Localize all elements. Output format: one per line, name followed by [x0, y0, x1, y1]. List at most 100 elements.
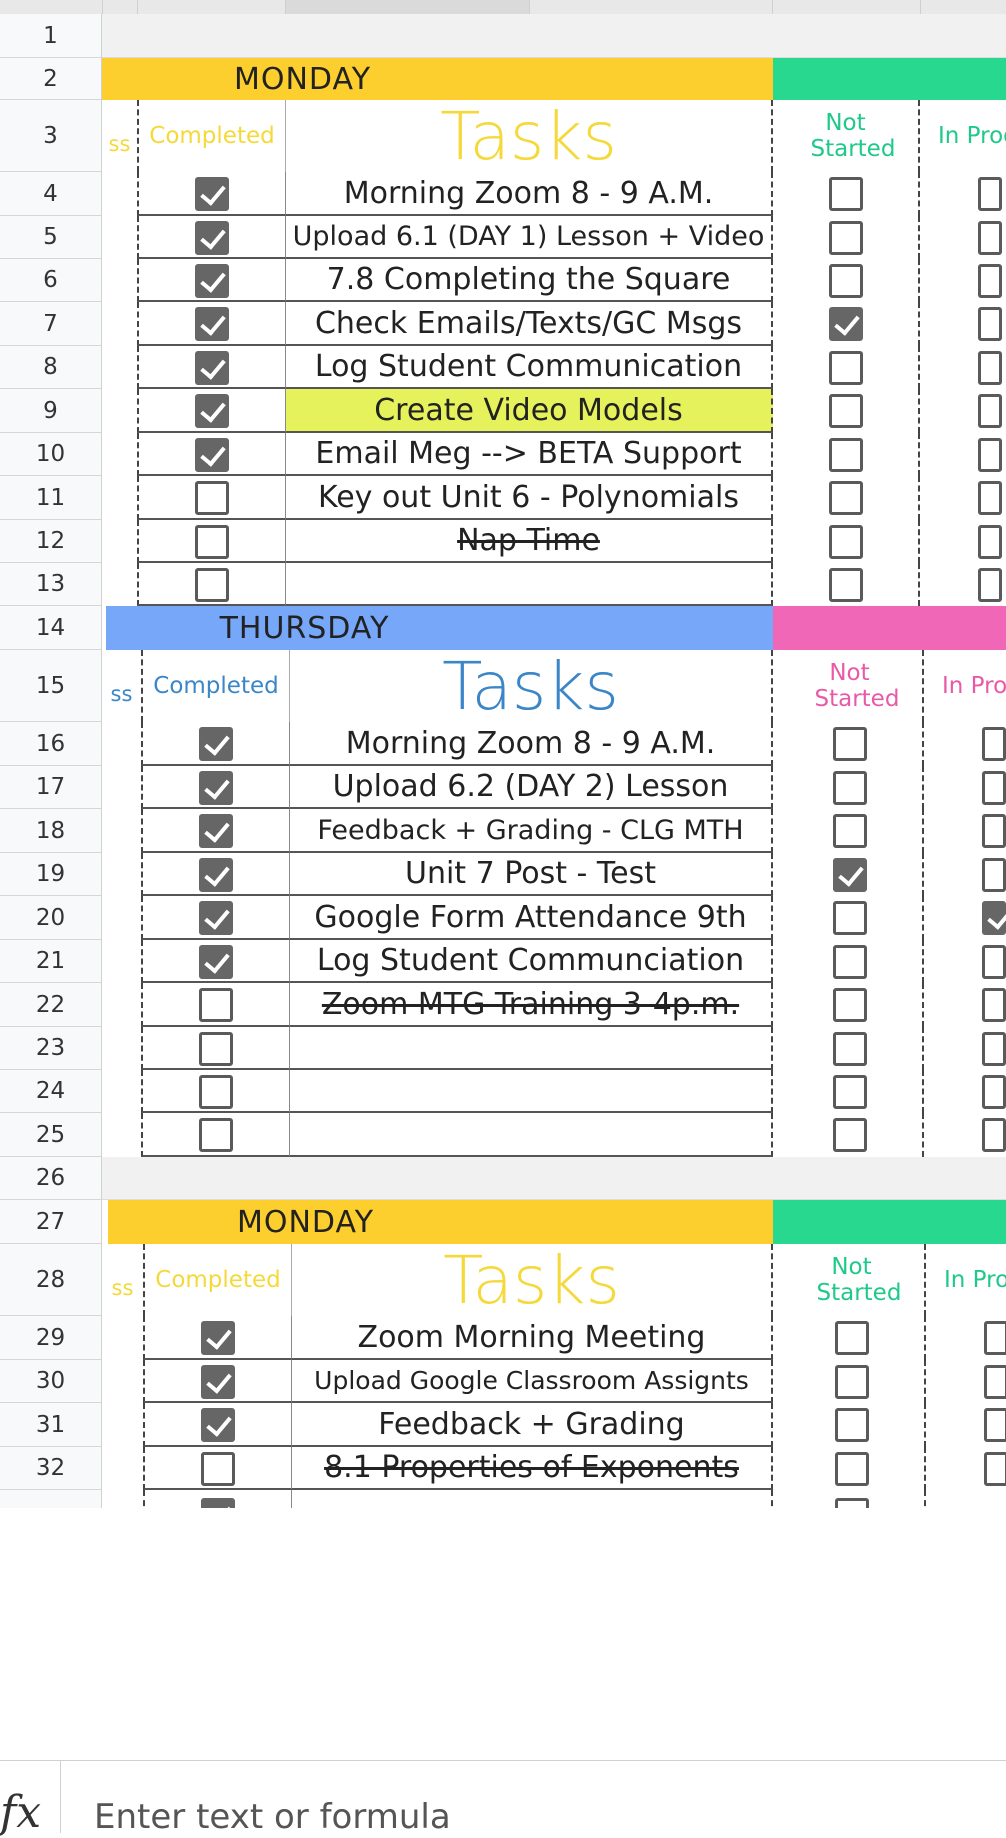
- not-started-cell[interactable]: [777, 983, 924, 1027]
- not-started-cell[interactable]: [777, 1070, 924, 1113]
- task-cell[interactable]: Unit 7 Post - Test: [289, 853, 773, 896]
- in-progress-cell[interactable]: [920, 216, 1006, 259]
- not-started-checkbox[interactable]: [835, 1365, 869, 1399]
- row-number[interactable]: 18: [0, 809, 102, 853]
- completed-cell[interactable]: [141, 766, 289, 809]
- completed-checkbox[interactable]: [195, 525, 229, 559]
- task-cell[interactable]: Email Meg --> BETA Support: [285, 433, 773, 476]
- task-cell[interactable]: Log Student Communciation: [289, 940, 773, 983]
- completed-checkbox[interactable]: [195, 351, 229, 385]
- completed-checkbox[interactable]: [199, 814, 233, 848]
- row-number[interactable]: 5: [0, 216, 102, 259]
- not-started-checkbox[interactable]: [833, 988, 867, 1022]
- in-progress-cell[interactable]: [920, 346, 1006, 389]
- in-progress-cell[interactable]: [924, 940, 1006, 983]
- task-cell[interactable]: Morning Zoom 8 - 9 A.M.: [289, 722, 773, 766]
- not-started-checkbox[interactable]: [833, 727, 867, 761]
- row-number[interactable]: 20: [0, 896, 102, 940]
- not-started-checkbox[interactable]: [829, 394, 863, 428]
- in-progress-cell[interactable]: [924, 1070, 1006, 1113]
- not-started-checkbox[interactable]: [833, 1075, 867, 1109]
- task-cell[interactable]: Create Video Models: [285, 389, 773, 433]
- not-started-cell[interactable]: [773, 259, 920, 302]
- in-progress-checkbox[interactable]: [984, 1408, 1006, 1442]
- task-cell[interactable]: [289, 1113, 773, 1157]
- completed-cell[interactable]: [141, 896, 289, 940]
- not-started-cell[interactable]: [773, 563, 920, 606]
- completed-checkbox[interactable]: [195, 438, 229, 472]
- row-number[interactable]: 6: [0, 259, 102, 302]
- in-progress-checkbox[interactable]: [978, 525, 1002, 559]
- not-started-checkbox[interactable]: [833, 814, 867, 848]
- not-started-checkbox[interactable]: [833, 945, 867, 979]
- row-number[interactable]: 19: [0, 853, 102, 896]
- completed-cell[interactable]: [137, 433, 285, 476]
- completed-cell[interactable]: [143, 1360, 291, 1403]
- row-number[interactable]: 31: [0, 1403, 102, 1447]
- not-started-cell[interactable]: [777, 853, 924, 896]
- completed-cell[interactable]: [141, 809, 289, 853]
- row-number[interactable]: 26: [0, 1157, 102, 1200]
- not-started-checkbox[interactable]: [829, 351, 863, 385]
- in-progress-cell[interactable]: [926, 1360, 1006, 1403]
- not-started-cell[interactable]: [773, 476, 920, 520]
- spreadsheet-grid[interactable]: 1 2 MONDAY 3 ss Completed Tasks Not Started In P…: [0, 0, 1006, 1760]
- in-progress-cell[interactable]: [920, 520, 1006, 563]
- not-started-cell[interactable]: [777, 1027, 924, 1070]
- task-cell[interactable]: Morning Zoom 8 - 9 A.M.: [285, 172, 773, 216]
- row-number[interactable]: 27: [0, 1200, 102, 1244]
- completed-checkbox[interactable]: [195, 177, 229, 211]
- in-progress-checkbox[interactable]: [978, 394, 1002, 428]
- in-progress-cell[interactable]: [926, 1316, 1006, 1360]
- not-started-cell[interactable]: [779, 1403, 926, 1447]
- in-progress-checkbox[interactable]: [982, 858, 1006, 892]
- in-progress-checkbox[interactable]: [978, 438, 1002, 472]
- in-progress-cell[interactable]: [924, 896, 1006, 940]
- completed-checkbox[interactable]: [199, 1032, 233, 1066]
- in-progress-checkbox[interactable]: [982, 988, 1006, 1022]
- row-number[interactable]: 29: [0, 1316, 102, 1360]
- row-number[interactable]: 32: [0, 1447, 102, 1490]
- not-started-checkbox[interactable]: [829, 177, 863, 211]
- not-started-checkbox[interactable]: [829, 438, 863, 472]
- not-started-cell[interactable]: [777, 1113, 924, 1157]
- task-cell[interactable]: [289, 1070, 773, 1113]
- in-progress-cell[interactable]: [924, 1113, 1006, 1157]
- completed-checkbox[interactable]: [195, 264, 229, 298]
- row-number[interactable]: 16: [0, 722, 102, 766]
- in-progress-checkbox[interactable]: [978, 481, 1002, 515]
- not-started-checkbox[interactable]: [829, 264, 863, 298]
- completed-cell[interactable]: [141, 1027, 289, 1070]
- not-started-checkbox[interactable]: [833, 1118, 867, 1152]
- not-started-cell[interactable]: [777, 896, 924, 940]
- not-started-cell[interactable]: [779, 1447, 926, 1490]
- row-number[interactable]: 13: [0, 563, 102, 606]
- completed-checkbox[interactable]: [199, 1075, 233, 1109]
- in-progress-cell[interactable]: [924, 722, 1006, 766]
- completed-checkbox[interactable]: [199, 945, 233, 979]
- completed-checkbox[interactable]: [201, 1321, 235, 1355]
- row-number[interactable]: 7: [0, 302, 102, 346]
- task-cell[interactable]: Log Student Communication: [285, 346, 773, 389]
- not-started-cell[interactable]: [777, 940, 924, 983]
- completed-checkbox[interactable]: [195, 481, 229, 515]
- not-started-cell[interactable]: [773, 216, 920, 259]
- task-cell[interactable]: Google Form Attendance 9th: [289, 896, 773, 940]
- in-progress-checkbox[interactable]: [982, 901, 1006, 935]
- completed-checkbox[interactable]: [199, 901, 233, 935]
- in-progress-checkbox[interactable]: [978, 307, 1002, 341]
- not-started-cell[interactable]: [773, 433, 920, 476]
- in-progress-cell[interactable]: [926, 1403, 1006, 1447]
- not-started-checkbox[interactable]: [835, 1408, 869, 1442]
- not-started-checkbox[interactable]: [833, 901, 867, 935]
- completed-cell[interactable]: [137, 172, 285, 216]
- in-progress-checkbox[interactable]: [982, 1075, 1006, 1109]
- completed-cell[interactable]: [137, 216, 285, 259]
- in-progress-checkbox[interactable]: [978, 221, 1002, 255]
- in-progress-checkbox[interactable]: [982, 771, 1006, 805]
- completed-cell[interactable]: [141, 1070, 289, 1113]
- not-started-cell[interactable]: [773, 520, 920, 563]
- row-number[interactable]: 24: [0, 1070, 102, 1113]
- in-progress-checkbox[interactable]: [982, 1118, 1006, 1152]
- not-started-checkbox[interactable]: [835, 1321, 869, 1355]
